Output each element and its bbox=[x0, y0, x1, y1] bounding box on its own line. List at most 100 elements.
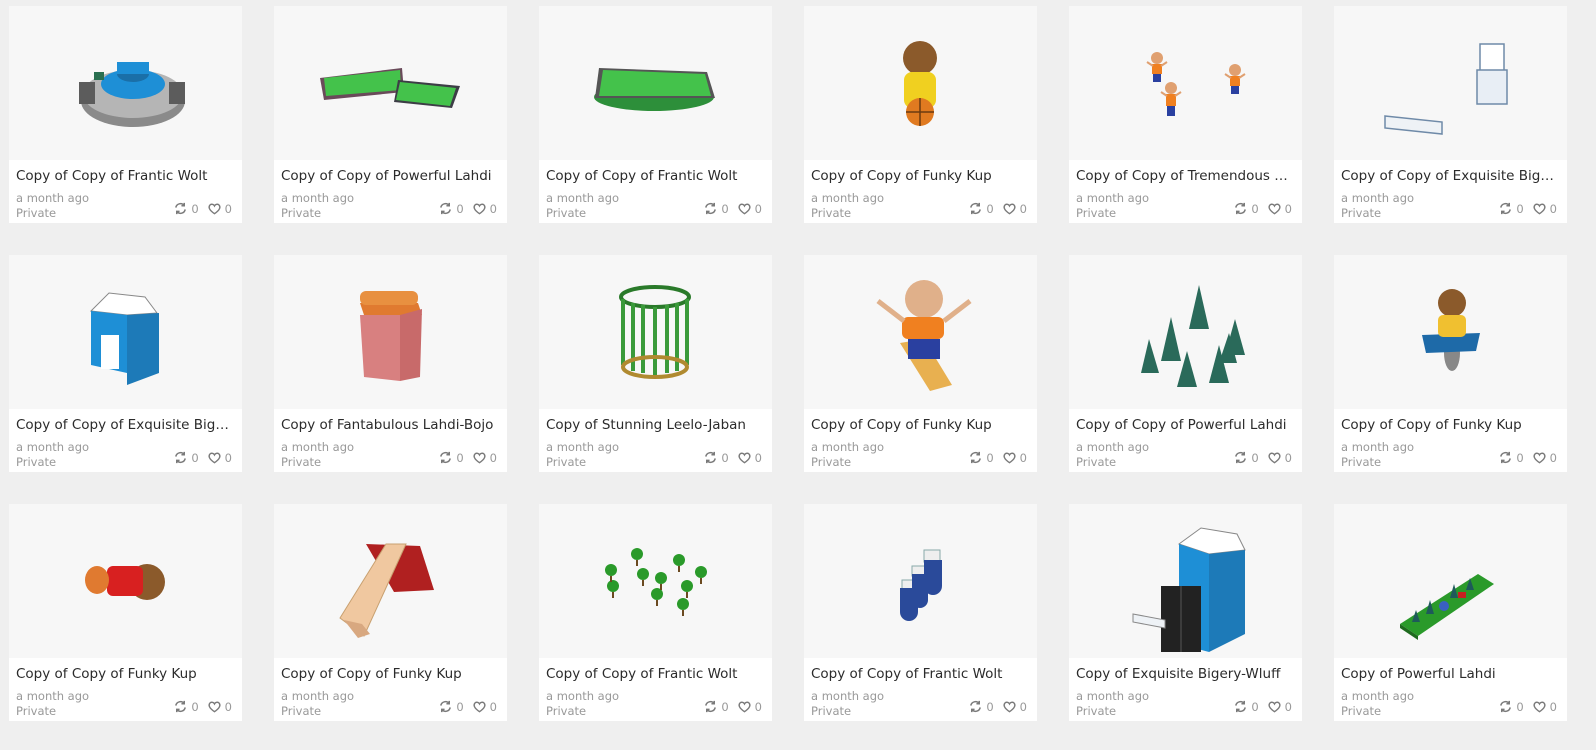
design-thumbnail[interactable] bbox=[1069, 504, 1302, 658]
remix-count[interactable]: 0 bbox=[438, 201, 464, 216]
like-count[interactable]: 0 bbox=[1532, 201, 1557, 216]
design-thumbnail[interactable] bbox=[1334, 6, 1567, 160]
like-count[interactable]: 0 bbox=[737, 450, 762, 465]
remix-count[interactable]: 0 bbox=[703, 699, 729, 714]
design-card-5[interactable]: Copy of Copy of Tremendous Ro... a month… bbox=[1069, 6, 1302, 223]
design-title[interactable]: Copy of Fantabulous Lahdi-Bojo bbox=[281, 417, 500, 433]
design-title[interactable]: Copy of Copy of Frantic Wolt bbox=[811, 666, 1030, 682]
design-thumbnail[interactable] bbox=[539, 255, 772, 409]
design-title[interactable]: Copy of Copy of Exquisite Biger... bbox=[1341, 168, 1560, 184]
design-thumbnail[interactable] bbox=[1069, 6, 1302, 160]
design-card-8[interactable]: Copy of Fantabulous Lahdi-Bojo a month a… bbox=[274, 255, 507, 472]
design-card-11[interactable]: Copy of Copy of Powerful Lahdi a month a… bbox=[1069, 255, 1302, 472]
design-stats: 0 0 bbox=[165, 201, 232, 216]
design-card-3[interactable]: Copy of Copy of Frantic Wolt a month ago… bbox=[539, 6, 772, 223]
remix-count[interactable]: 0 bbox=[968, 201, 994, 216]
design-thumbnail[interactable] bbox=[9, 255, 242, 409]
heart-icon bbox=[473, 701, 486, 713]
remix-value: 0 bbox=[191, 201, 199, 216]
like-count[interactable]: 0 bbox=[737, 699, 762, 714]
design-title[interactable]: Copy of Copy of Funky Kup bbox=[1341, 417, 1560, 433]
design-card-10[interactable]: Copy of Copy of Funky Kup a month ago Pr… bbox=[804, 255, 1037, 472]
design-thumbnail[interactable] bbox=[274, 255, 507, 409]
design-thumbnail[interactable] bbox=[1334, 255, 1567, 409]
design-stats: 0 0 bbox=[165, 699, 232, 714]
like-count[interactable]: 0 bbox=[1267, 201, 1292, 216]
design-title[interactable]: Copy of Exquisite Bigery-Wluff bbox=[1076, 666, 1295, 682]
design-title[interactable]: Copy of Copy of Powerful Lahdi bbox=[281, 168, 500, 184]
design-title[interactable]: Copy of Copy of Funky Kup bbox=[16, 666, 235, 682]
design-card-14[interactable]: Copy of Copy of Funky Kup a month ago Pr… bbox=[274, 504, 507, 721]
like-count[interactable]: 0 bbox=[1002, 699, 1027, 714]
design-thumbnail[interactable] bbox=[274, 504, 507, 658]
design-title[interactable]: Copy of Copy of Frantic Wolt bbox=[546, 168, 765, 184]
design-card-15[interactable]: Copy of Copy of Frantic Wolt a month ago… bbox=[539, 504, 772, 721]
design-title[interactable]: Copy of Copy of Funky Kup bbox=[281, 666, 500, 682]
remix-count[interactable]: 0 bbox=[438, 699, 464, 714]
remix-count[interactable]: 0 bbox=[438, 450, 464, 465]
design-card-18[interactable]: Copy of Powerful Lahdi a month ago Priva… bbox=[1334, 504, 1567, 721]
like-count[interactable]: 0 bbox=[1532, 699, 1557, 714]
like-count[interactable]: 0 bbox=[1002, 201, 1027, 216]
design-thumbnail[interactable] bbox=[804, 504, 1037, 658]
like-count[interactable]: 0 bbox=[472, 201, 497, 216]
design-card-1[interactable]: Copy of Copy of Frantic Wolt a month ago… bbox=[9, 6, 242, 223]
design-thumbnail[interactable] bbox=[539, 504, 772, 658]
like-count[interactable]: 0 bbox=[737, 201, 762, 216]
like-count[interactable]: 0 bbox=[207, 699, 232, 714]
like-count[interactable]: 0 bbox=[472, 450, 497, 465]
design-card-6[interactable]: Copy of Copy of Exquisite Biger... a mon… bbox=[1334, 6, 1567, 223]
design-thumbnail[interactable] bbox=[539, 6, 772, 160]
design-card-4[interactable]: Copy of Copy of Funky Kup a month ago Pr… bbox=[804, 6, 1037, 223]
remix-count[interactable]: 0 bbox=[1233, 699, 1259, 714]
design-thumbnail[interactable] bbox=[804, 255, 1037, 409]
design-card-7[interactable]: Copy of Copy of Exquisite Biger... a mon… bbox=[9, 255, 242, 472]
design-card-2[interactable]: Copy of Copy of Powerful Lahdi a month a… bbox=[274, 6, 507, 223]
skateboard-kid-model bbox=[876, 280, 972, 391]
design-card-12[interactable]: Copy of Copy of Funky Kup a month ago Pr… bbox=[1334, 255, 1567, 472]
design-title[interactable]: Copy of Stunning Leelo-Jaban bbox=[546, 417, 765, 433]
like-count[interactable]: 0 bbox=[1267, 699, 1292, 714]
design-card-9[interactable]: Copy of Stunning Leelo-Jaban a month ago… bbox=[539, 255, 772, 472]
remix-count[interactable]: 0 bbox=[1233, 201, 1259, 216]
design-thumbnail[interactable] bbox=[804, 6, 1037, 160]
remix-count[interactable]: 0 bbox=[173, 201, 199, 216]
like-count[interactable]: 0 bbox=[472, 699, 497, 714]
remix-count[interactable]: 0 bbox=[173, 699, 199, 714]
design-meta: a month ago Private bbox=[811, 689, 884, 719]
design-title[interactable]: Copy of Powerful Lahdi bbox=[1341, 666, 1560, 682]
remix-count[interactable]: 0 bbox=[968, 699, 994, 714]
design-title[interactable]: Copy of Copy of Tremendous Ro... bbox=[1076, 168, 1295, 184]
remix-count[interactable]: 0 bbox=[1498, 201, 1524, 216]
remix-count[interactable]: 0 bbox=[1498, 450, 1524, 465]
design-card-17[interactable]: Copy of Exquisite Bigery-Wluff a month a… bbox=[1069, 504, 1302, 721]
design-thumbnail[interactable] bbox=[9, 6, 242, 160]
remix-icon bbox=[1235, 700, 1247, 713]
remix-count[interactable]: 0 bbox=[703, 201, 729, 216]
like-value: 0 bbox=[1549, 699, 1557, 714]
design-title[interactable]: Copy of Copy of Frantic Wolt bbox=[16, 168, 235, 184]
like-count[interactable]: 0 bbox=[207, 450, 232, 465]
design-thumbnail[interactable] bbox=[1069, 255, 1302, 409]
like-count[interactable]: 0 bbox=[207, 201, 232, 216]
design-card-16[interactable]: Copy of Copy of Frantic Wolt a month ago… bbox=[804, 504, 1037, 721]
design-title[interactable]: Copy of Copy of Exquisite Biger... bbox=[16, 417, 235, 433]
design-privacy: Private bbox=[1341, 455, 1382, 469]
remix-count[interactable]: 0 bbox=[703, 450, 729, 465]
design-privacy: Private bbox=[1076, 206, 1117, 220]
design-thumbnail[interactable] bbox=[9, 504, 242, 658]
design-title[interactable]: Copy of Copy of Powerful Lahdi bbox=[1076, 417, 1295, 433]
like-count[interactable]: 0 bbox=[1532, 450, 1557, 465]
design-title[interactable]: Copy of Copy of Funky Kup bbox=[811, 168, 1030, 184]
like-count[interactable]: 0 bbox=[1002, 450, 1027, 465]
design-thumbnail[interactable] bbox=[1334, 504, 1567, 658]
design-thumbnail[interactable] bbox=[274, 6, 507, 160]
remix-count[interactable]: 0 bbox=[173, 450, 199, 465]
design-title[interactable]: Copy of Copy of Funky Kup bbox=[811, 417, 1030, 433]
remix-count[interactable]: 0 bbox=[968, 450, 994, 465]
remix-count[interactable]: 0 bbox=[1233, 450, 1259, 465]
design-title[interactable]: Copy of Copy of Frantic Wolt bbox=[546, 666, 765, 682]
design-card-13[interactable]: Copy of Copy of Funky Kup a month ago Pr… bbox=[9, 504, 242, 721]
remix-count[interactable]: 0 bbox=[1498, 699, 1524, 714]
like-count[interactable]: 0 bbox=[1267, 450, 1292, 465]
